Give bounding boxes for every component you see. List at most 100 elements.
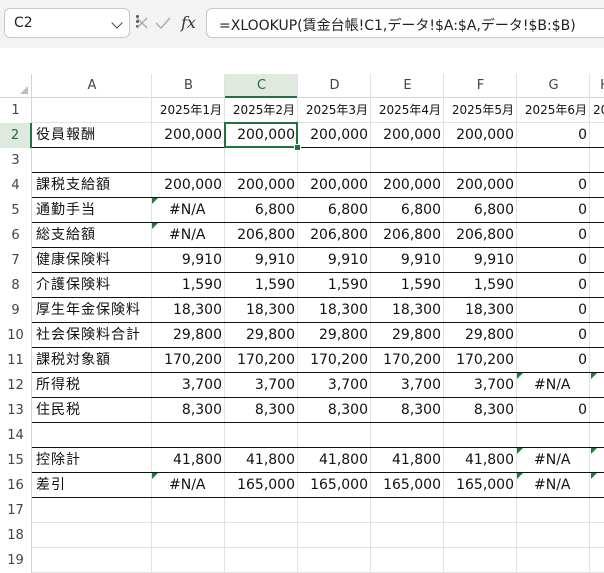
- value-cell[interactable]: 29,800: [298, 323, 371, 348]
- value-cell[interactable]: 41,800: [152, 448, 225, 473]
- value-cell[interactable]: 0: [517, 348, 590, 373]
- value-cell[interactable]: 0: [517, 323, 590, 348]
- value-cell[interactable]: 206,800: [225, 223, 298, 248]
- error-indicator-icon[interactable]: [517, 448, 523, 454]
- error-cell[interactable]: #N/A: [517, 473, 590, 498]
- value-cell[interactable]: 18,300: [225, 298, 298, 323]
- month-header-cell[interactable]: 2025年4月: [371, 98, 444, 123]
- row-label-cell[interactable]: 差引: [32, 473, 152, 498]
- value-cell[interactable]: 29,800: [225, 323, 298, 348]
- value-cell[interactable]: 1,590: [152, 273, 225, 298]
- row-header-7[interactable]: 7: [0, 248, 32, 273]
- value-cell[interactable]: 206,800: [371, 223, 444, 248]
- column-header-f[interactable]: F: [444, 74, 517, 98]
- value-cell[interactable]: 18,300: [444, 298, 517, 323]
- column-header-h[interactable]: H: [590, 74, 604, 98]
- row-header-1[interactable]: 1: [0, 98, 32, 123]
- fill-handle[interactable]: [294, 144, 301, 151]
- error-indicator-icon[interactable]: [591, 473, 597, 479]
- value-cell[interactable]: 0: [517, 198, 590, 223]
- value-cell[interactable]: 0: [517, 248, 590, 273]
- value-cell[interactable]: 8,300: [298, 398, 371, 423]
- row-header-16[interactable]: 16: [0, 473, 32, 498]
- error-cell[interactable]: #N/A: [152, 473, 225, 498]
- row-label-cell[interactable]: 住民税: [32, 398, 152, 423]
- value-cell[interactable]: 8,300: [152, 398, 225, 423]
- value-cell[interactable]: 1,590: [371, 273, 444, 298]
- value-cell[interactable]: 3,700: [152, 373, 225, 398]
- row-label-cell[interactable]: 所得税: [32, 373, 152, 398]
- value-cell[interactable]: 1,590: [225, 273, 298, 298]
- value-cell[interactable]: 9,910: [225, 248, 298, 273]
- row-header-11[interactable]: 11: [0, 348, 32, 373]
- active-cell-selection[interactable]: [224, 122, 298, 148]
- enter-check-icon[interactable]: [154, 15, 172, 31]
- value-cell[interactable]: 18,300: [298, 298, 371, 323]
- error-indicator-icon[interactable]: [152, 198, 158, 204]
- error-cell[interactable]: #N/A: [152, 198, 225, 223]
- value-cell[interactable]: 0: [517, 173, 590, 198]
- value-cell[interactable]: 18,300: [371, 298, 444, 323]
- error-cell[interactable]: #N/A: [517, 373, 590, 398]
- value-cell[interactable]: 200,000: [444, 173, 517, 198]
- value-cell[interactable]: 0: [517, 223, 590, 248]
- row-header-9[interactable]: 9: [0, 298, 32, 323]
- row-label-cell[interactable]: 通勤手当: [32, 198, 152, 223]
- column-header-e[interactable]: E: [371, 74, 444, 98]
- name-box[interactable]: C2: [4, 8, 130, 38]
- value-cell[interactable]: 8,300: [371, 398, 444, 423]
- value-cell[interactable]: 9,910: [371, 248, 444, 273]
- value-cell[interactable]: 165,000: [444, 473, 517, 498]
- value-cell[interactable]: 200,000: [152, 123, 225, 148]
- column-header-c[interactable]: C: [225, 74, 298, 98]
- month-header-cell[interactable]: 2025年1月: [152, 98, 225, 123]
- column-header-d[interactable]: D: [298, 74, 371, 98]
- month-header-cell[interactable]: 2025年2月: [225, 98, 298, 123]
- value-cell[interactable]: 170,200: [444, 348, 517, 373]
- value-cell[interactable]: 29,800: [152, 323, 225, 348]
- value-cell[interactable]: 6,800: [444, 198, 517, 223]
- row-header-3[interactable]: 3: [0, 148, 32, 173]
- value-cell[interactable]: 0: [517, 123, 590, 148]
- row-header-4[interactable]: 4: [0, 173, 32, 198]
- value-cell[interactable]: 3,700: [298, 373, 371, 398]
- value-cell[interactable]: 9,910: [444, 248, 517, 273]
- error-cell[interactable]: #N/A: [152, 223, 225, 248]
- row-label-cell[interactable]: 総支給額: [32, 223, 152, 248]
- row-header-17[interactable]: 17: [0, 498, 32, 523]
- error-cell[interactable]: #N/A: [517, 448, 590, 473]
- column-header-b[interactable]: B: [152, 74, 225, 98]
- value-cell[interactable]: 29,800: [444, 323, 517, 348]
- row-header-15[interactable]: 15: [0, 448, 32, 473]
- value-cell[interactable]: 3,700: [225, 373, 298, 398]
- row-header-10[interactable]: 10: [0, 323, 32, 348]
- value-cell[interactable]: 6,800: [298, 198, 371, 223]
- row-header-13[interactable]: 13: [0, 398, 32, 423]
- month-header-cell[interactable]: 20: [590, 98, 604, 123]
- value-cell[interactable]: 9,910: [298, 248, 371, 273]
- row-label-cell[interactable]: 控除計: [32, 448, 152, 473]
- value-cell[interactable]: 8,300: [444, 398, 517, 423]
- value-cell[interactable]: 18,300: [152, 298, 225, 323]
- select-all-corner[interactable]: [0, 74, 32, 98]
- value-cell[interactable]: 170,200: [152, 348, 225, 373]
- error-indicator-icon[interactable]: [517, 473, 523, 479]
- row-label-cell[interactable]: 課税対象額: [32, 348, 152, 373]
- value-cell[interactable]: 0: [517, 398, 590, 423]
- value-cell[interactable]: 170,200: [225, 348, 298, 373]
- row-header-12[interactable]: 12: [0, 373, 32, 398]
- column-header-a[interactable]: A: [32, 74, 152, 98]
- value-cell[interactable]: 3,700: [371, 373, 444, 398]
- value-cell[interactable]: 1,590: [298, 273, 371, 298]
- value-cell[interactable]: 200,000: [225, 173, 298, 198]
- value-cell[interactable]: 200,000: [298, 173, 371, 198]
- error-indicator-icon[interactable]: [152, 223, 158, 229]
- value-cell[interactable]: 165,000: [225, 473, 298, 498]
- chevron-down-icon[interactable]: [111, 17, 123, 29]
- value-cell[interactable]: 170,200: [298, 348, 371, 373]
- value-cell[interactable]: 170,200: [371, 348, 444, 373]
- row-label-cell[interactable]: 介護保険料: [32, 273, 152, 298]
- row-header-19[interactable]: 19: [0, 548, 32, 573]
- value-cell[interactable]: 1,590: [444, 273, 517, 298]
- row-label-cell[interactable]: 健康保険料: [32, 248, 152, 273]
